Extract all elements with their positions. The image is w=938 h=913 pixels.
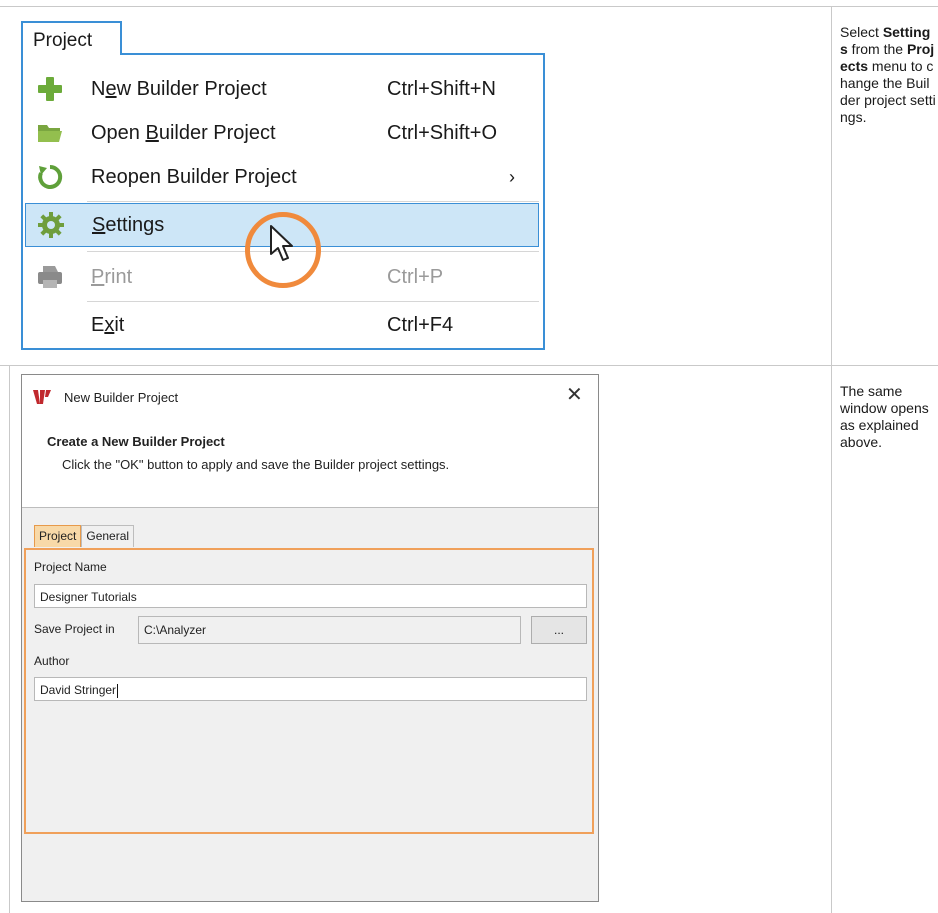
- reopen-icon: [35, 162, 65, 192]
- menu-item-label: Open Builder Project: [91, 121, 276, 144]
- menu-item-exit[interactable]: Exit Ctrl+F4: [23, 303, 543, 347]
- browse-button[interactable]: ...: [531, 616, 587, 644]
- menu-item-shortcut: Ctrl+Shift+N: [387, 77, 496, 100]
- dialog-header: Create a New Builder Project Click the "…: [22, 415, 598, 507]
- menu-item-label: Print: [91, 265, 133, 288]
- gear-icon: [36, 210, 66, 240]
- documentation-table: Select Settings from the Projects menu t…: [0, 0, 938, 913]
- new-builder-project-dialog: New Builder Project ✕ Create a New Build…: [21, 374, 599, 902]
- project-tab-panel: Project Name Designer Tutorials Save Pro…: [24, 548, 594, 834]
- menu-item-shortcut: Ctrl+F4: [387, 313, 454, 336]
- tab-project[interactable]: Project: [34, 525, 82, 547]
- save-project-in-input[interactable]: C:\Analyzer: [138, 616, 521, 644]
- row2-description: The same window opens as explained above…: [840, 383, 929, 450]
- project-menu-dropdown: New Builder Project Ctrl+Shift+N Open Bu…: [21, 53, 545, 350]
- menu-item-reopen-builder-project[interactable]: Reopen Builder Project ›: [23, 155, 543, 199]
- project-name-label: Project Name: [34, 560, 107, 574]
- menu-item-new-builder-project[interactable]: New Builder Project Ctrl+Shift+N: [23, 67, 543, 111]
- save-project-in-label: Save Project in: [34, 622, 115, 636]
- menu-item-label: Exit: [91, 313, 125, 336]
- menu-item-shortcut: Ctrl+P: [387, 265, 444, 288]
- menu-item-label: Reopen Builder Project: [91, 165, 297, 188]
- text-caret: [117, 683, 119, 698]
- project-name-input[interactable]: Designer Tutorials: [34, 584, 587, 608]
- dialog-heading: Create a New Builder Project: [47, 434, 225, 449]
- row1-description: Select Settings from the Projects menu t…: [840, 24, 936, 125]
- dialog-subtext: Click the "OK" button to apply and save …: [62, 457, 450, 472]
- plus-icon: [35, 74, 65, 104]
- table-column-divider: [831, 6, 832, 913]
- menu-separator: [87, 301, 539, 302]
- submenu-arrow-icon: ›: [509, 166, 515, 187]
- dialog-titlebar: New Builder Project ✕: [22, 375, 598, 415]
- table-border-top: [0, 6, 938, 7]
- menu-item-label: New Builder Project: [91, 77, 267, 100]
- dialog-title: New Builder Project: [64, 390, 179, 405]
- dialog-body: Project General Project Name Designer Tu…: [22, 507, 598, 901]
- menu-item-label: Settings: [92, 213, 165, 236]
- printer-icon: [35, 262, 65, 292]
- menu-item-shortcut: Ctrl+Shift+O: [387, 121, 498, 144]
- menu-item-open-builder-project[interactable]: Open Builder Project Ctrl+Shift+O: [23, 111, 543, 155]
- tab-general[interactable]: General: [81, 525, 135, 547]
- author-label: Author: [34, 654, 70, 668]
- menu-separator: [87, 201, 539, 202]
- close-icon[interactable]: ✕: [566, 385, 583, 405]
- table-border-left: [9, 365, 10, 913]
- table-row-divider: [0, 365, 938, 366]
- app-logo-icon: [33, 390, 53, 407]
- project-menu-title[interactable]: Project: [21, 21, 122, 55]
- author-input[interactable]: David Stringer: [34, 677, 587, 701]
- folder-open-icon: [35, 118, 65, 148]
- tab-bar: Project General: [34, 525, 135, 547]
- project-menu-screenshot: Project New Builder Project Ctrl+Shift+N…: [21, 21, 545, 350]
- mouse-cursor-icon: [270, 225, 293, 261]
